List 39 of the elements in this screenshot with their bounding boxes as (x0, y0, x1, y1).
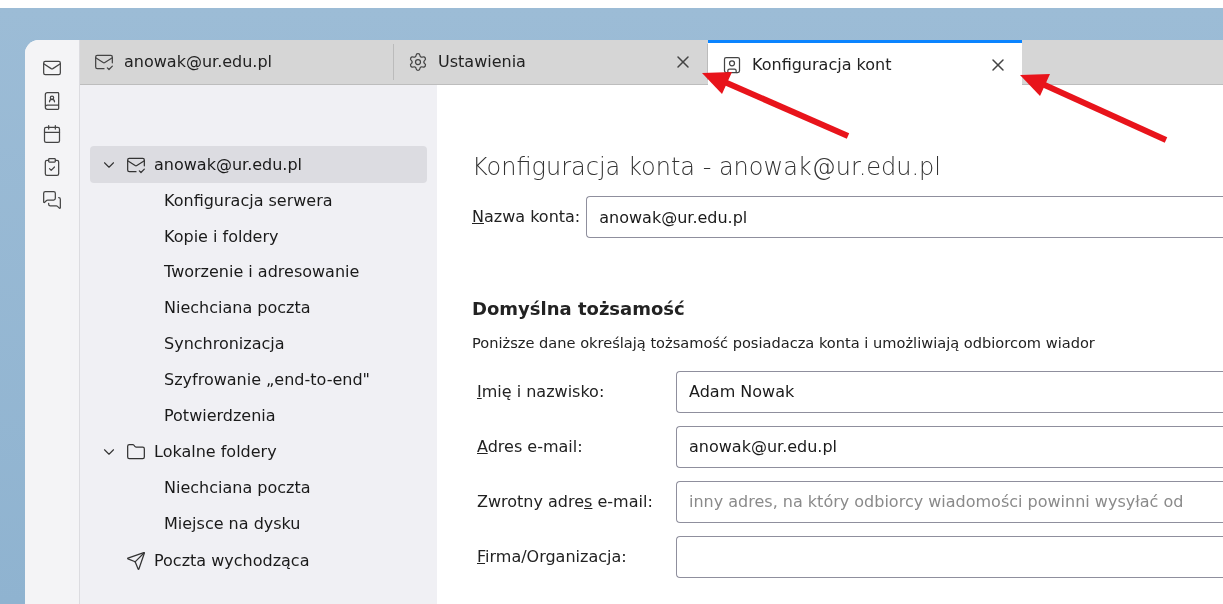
tree-item[interactable]: Tworzenie i adresowanie (90, 254, 427, 291)
text-field[interactable]: Adam Nowak (676, 370, 1223, 413)
page-title: Konfiguracja konta - anowak@ur.edu.pl (472, 152, 942, 183)
user-icon (722, 54, 742, 75)
tab[interactable]: anowak@ur.edu.pl (80, 44, 394, 80)
text-field[interactable]: anowak@ur.edu.pl (676, 425, 1223, 468)
address-book-icon[interactable] (42, 91, 62, 111)
tree-item[interactable]: Poczta wychodząca (90, 542, 427, 580)
settings-icon (408, 52, 428, 72)
description-text: Poniższe dane określają tożsamość posiadacza konta i umożliwiają odbiorcom wiador (472, 333, 1096, 353)
tree-item[interactable]: Niechciana poczta (90, 470, 427, 507)
text-field[interactable] (676, 535, 1223, 578)
clipboard-check-icon[interactable] (42, 157, 62, 177)
tree-item[interactable]: Miejsce na dysku (90, 506, 427, 543)
field-label: Nazwa konta: (472, 206, 581, 228)
tree-item[interactable]: Niechciana poczta (90, 290, 427, 327)
section-heading: Domyślna tożsamość (472, 297, 686, 321)
tree-item[interactable]: Kopie i foldery (90, 218, 427, 255)
tab-label: Ustawienia (438, 51, 527, 73)
field-label: Zwrotny adres e-mail: (477, 491, 653, 511)
mail-icon[interactable] (42, 58, 62, 78)
tree-item[interactable]: Konfiguracja serwera (90, 183, 427, 219)
tree-item[interactable]: Synchronizacja (90, 326, 427, 362)
tree-item[interactable]: Potwierdzenia (90, 397, 427, 434)
tree-item[interactable]: anowak@ur.edu.pl (90, 146, 427, 183)
text-field[interactable]: anowak@ur.edu.pl (586, 196, 1223, 238)
calendar-icon[interactable] (42, 124, 62, 144)
tab-label: anowak@ur.edu.pl (124, 51, 274, 73)
text-field[interactable]: inny adres, na który odbiorcy wiadomości powinni wysyłać od (676, 480, 1223, 523)
mail-icon (94, 52, 114, 72)
chat-icon[interactable] (42, 190, 62, 210)
tab-label: Konfiguracja kont (752, 53, 893, 76)
field-label: Imię i nazwisko: (477, 381, 605, 401)
tab[interactable]: Konfiguracja kont (708, 40, 1022, 86)
send-icon (126, 550, 146, 571)
field-label: Adres e-mail: (477, 436, 583, 456)
field-label: Firma/Organizacja: (477, 546, 627, 566)
tree-item[interactable]: Szyfrowanie „end-to-end" (90, 362, 427, 398)
tree-item[interactable]: Lokalne foldery (90, 433, 427, 471)
